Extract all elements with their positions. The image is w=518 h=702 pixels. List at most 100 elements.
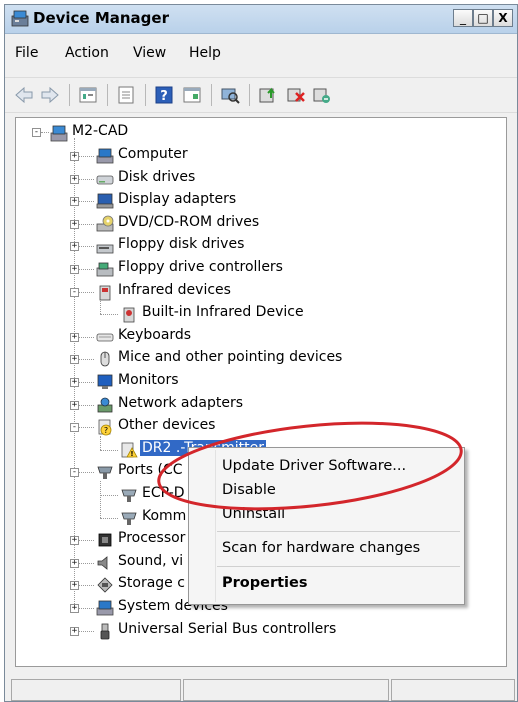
ctx-separator xyxy=(217,566,460,567)
expand-toggle[interactable]: + xyxy=(70,604,79,613)
storage-icon xyxy=(97,577,113,593)
status-pane xyxy=(11,679,181,701)
tree-node-label: Display adapters xyxy=(118,191,237,208)
disable-icon[interactable] xyxy=(285,84,307,106)
toolbar-separator xyxy=(69,84,70,106)
computer-root-icon xyxy=(50,125,68,142)
back-icon[interactable] xyxy=(13,84,35,106)
expand-toggle[interactable]: + xyxy=(70,558,79,568)
toolbar-separator xyxy=(145,84,146,106)
network-adapter-icon xyxy=(97,397,113,412)
tree-node-label: Mice and other pointing devices xyxy=(118,349,343,366)
action-view-icon[interactable] xyxy=(181,84,203,106)
update-driver-icon[interactable] xyxy=(257,84,279,106)
toolbar-separator xyxy=(211,84,212,106)
toolbar: ? xyxy=(5,77,517,113)
svg-text:?: ? xyxy=(104,426,108,435)
ctx-disable[interactable]: Disable xyxy=(222,482,276,498)
window-title: Device Manager xyxy=(33,9,169,27)
ctx-properties[interactable]: Properties xyxy=(222,575,307,591)
expand-toggle[interactable]: + xyxy=(70,152,79,161)
monitor-icon xyxy=(97,374,113,389)
collapse-toggle[interactable]: - xyxy=(70,423,79,433)
tree-node-label: DVD/CD-ROM drives xyxy=(118,213,260,230)
system-devices-icon xyxy=(96,600,114,616)
device-manager-window: Device Manager _ □ X File Action View He… xyxy=(4,4,518,702)
context-menu: Update Driver Software... Disable Uninst… xyxy=(188,447,465,605)
expand-toggle[interactable]: + xyxy=(70,219,79,229)
menu-action[interactable]: Action xyxy=(65,45,109,61)
tree-node-label: ECP-D xyxy=(142,485,185,501)
help-icon[interactable]: ? xyxy=(153,84,175,106)
tree-root-label: M2-CAD xyxy=(72,123,129,139)
minimize-button[interactable]: _ xyxy=(453,9,473,27)
title-bar[interactable]: Device Manager _ □ X xyxy=(5,5,517,34)
port-device-icon xyxy=(121,512,137,525)
collapse-root-toggle[interactable]: - xyxy=(32,128,41,137)
infrared-icon xyxy=(99,285,111,300)
tree-node-label: Universal Serial Bus controllers xyxy=(118,620,337,637)
expand-toggle[interactable]: + xyxy=(70,174,79,184)
tree-node-label: Built-in Infrared Device xyxy=(142,304,304,321)
properties-icon[interactable] xyxy=(115,84,137,106)
collapse-toggle[interactable]: - xyxy=(70,468,79,478)
expand-toggle[interactable]: + xyxy=(70,332,79,342)
svg-text:!: ! xyxy=(130,450,133,458)
sound-icon xyxy=(97,555,108,570)
ctx-separator xyxy=(217,531,460,532)
tree-node-label: Disk drives xyxy=(118,168,196,185)
floppy-controller-icon xyxy=(96,262,114,277)
expand-toggle[interactable]: + xyxy=(70,197,79,207)
scan-hardware-icon[interactable] xyxy=(219,84,241,106)
usb-icon xyxy=(100,623,110,639)
expand-toggle[interactable]: + xyxy=(70,536,79,546)
toolbar-separator xyxy=(107,84,108,106)
dvd-drive-icon xyxy=(96,215,114,232)
status-pane xyxy=(183,679,389,701)
uninstall-icon[interactable] xyxy=(311,84,333,106)
port-device-icon xyxy=(121,489,137,502)
tree-node-label: Network adapters xyxy=(118,394,243,411)
status-bar xyxy=(11,679,515,701)
close-button[interactable]: X xyxy=(493,9,513,27)
ctx-update-driver-software[interactable]: Update Driver Software... xyxy=(222,458,406,474)
ctx-scan-hardware[interactable]: Scan for hardware changes xyxy=(222,540,420,556)
expand-toggle[interactable]: + xyxy=(70,242,79,252)
tree-node-label: Other devices xyxy=(118,417,216,434)
other-devices-icon: ? xyxy=(98,419,112,436)
expand-toggle[interactable]: + xyxy=(70,378,79,387)
tree-node-label: Ports (CC xyxy=(118,462,183,479)
computer-icon xyxy=(96,148,114,164)
infrared-device-icon xyxy=(123,307,135,323)
collapse-toggle[interactable]: - xyxy=(70,287,79,297)
menu-help[interactable]: Help xyxy=(189,45,221,61)
tree-node-label: Floppy disk drives xyxy=(118,236,245,253)
tree-node-label: Sound, vi xyxy=(118,552,184,569)
tree-node-label: Processor xyxy=(118,530,186,547)
processor-icon xyxy=(98,533,112,547)
expand-toggle[interactable]: + xyxy=(70,626,79,636)
display-adapter-icon xyxy=(96,193,114,209)
expand-toggle[interactable]: + xyxy=(70,581,79,591)
expand-toggle[interactable]: + xyxy=(70,400,79,410)
expand-toggle[interactable]: + xyxy=(70,355,79,365)
status-pane xyxy=(391,679,515,701)
tree-node-label: Storage c xyxy=(118,575,185,592)
tree-node-label: Monitors xyxy=(118,372,179,388)
tree-node-label: Komm xyxy=(142,507,187,524)
tree-view-icon[interactable] xyxy=(77,84,99,106)
forward-icon[interactable] xyxy=(39,84,61,106)
menu-bar: File Action View Help xyxy=(5,41,517,65)
maximize-button[interactable]: □ xyxy=(473,9,493,27)
toolbar-separator xyxy=(249,84,250,106)
floppy-drive-icon xyxy=(96,244,114,254)
tree-node-label: Keyboards xyxy=(118,326,192,343)
ctx-uninstall[interactable]: Uninstall xyxy=(222,506,285,522)
menu-view[interactable]: View xyxy=(133,45,166,61)
expand-toggle[interactable]: + xyxy=(70,265,79,274)
menu-file[interactable]: File xyxy=(15,45,38,61)
port-icon xyxy=(97,466,113,480)
svg-text:?: ? xyxy=(160,89,168,104)
tree-node-label: Computer xyxy=(118,146,188,162)
device-manager-icon xyxy=(11,10,29,27)
